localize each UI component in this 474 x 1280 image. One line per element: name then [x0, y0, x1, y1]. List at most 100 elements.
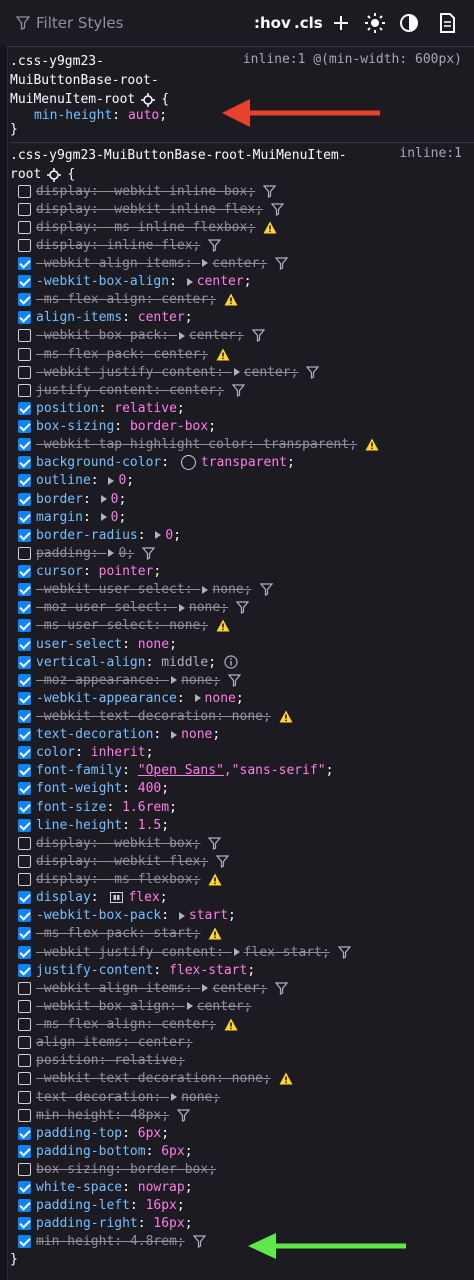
- declaration-background-color[interactable]: background-color: transparent;: [18, 454, 295, 472]
- property-name[interactable]: display: [36, 202, 91, 217]
- declaration-checkbox[interactable]: [18, 764, 31, 778]
- property-value[interactable]: 0: [118, 473, 126, 488]
- property-value[interactable]: nowrap: [138, 1180, 185, 1195]
- declaration-checkbox[interactable]: [18, 438, 31, 452]
- print-media-icon[interactable]: [436, 12, 458, 34]
- property-value[interactable]: 0: [118, 546, 126, 561]
- property-value[interactable]: pointer: [99, 564, 154, 579]
- declaration-checkbox[interactable]: [18, 546, 31, 560]
- declaration--webkit-justify-content[interactable]: -webkit-justify-content: center;: [18, 363, 320, 381]
- declaration-font-size[interactable]: font-size: 1.6rem;: [18, 798, 177, 816]
- declaration-checkbox[interactable]: [18, 1181, 31, 1195]
- property-value[interactable]: center: [212, 256, 259, 271]
- property-name[interactable]: line-height: [36, 818, 122, 833]
- property-value[interactable]: none: [181, 1090, 212, 1105]
- filter-property-icon[interactable]: [251, 329, 265, 343]
- declaration-padding-bottom[interactable]: padding-bottom: 6px;: [18, 1142, 193, 1160]
- highlight-element-icon[interactable]: [141, 92, 156, 107]
- declaration-position[interactable]: position: relative;: [18, 1052, 185, 1070]
- expand-shorthand-icon[interactable]: [108, 549, 115, 558]
- filter-property-icon[interactable]: [208, 239, 222, 252]
- expand-shorthand-icon[interactable]: [178, 911, 185, 920]
- property-name[interactable]: border: [36, 492, 83, 507]
- declaration-checkbox[interactable]: [18, 836, 31, 850]
- declaration-checkbox[interactable]: [18, 474, 31, 488]
- property-name[interactable]: margin: [36, 510, 83, 525]
- property-value[interactable]: 1.5: [138, 818, 161, 833]
- declaration-checkbox[interactable]: [18, 655, 31, 669]
- declaration-border-radius[interactable]: border-radius: 0;: [18, 526, 181, 544]
- property-name[interactable]: font-size: [36, 800, 106, 815]
- declaration-checkbox[interactable]: [18, 565, 31, 579]
- declaration--webkit-text-decoration[interactable]: -webkit-text-decoration: none;: [18, 1070, 293, 1088]
- declaration-white-space[interactable]: white-space: nowrap;: [18, 1179, 193, 1197]
- property-name[interactable]: color: [36, 745, 75, 760]
- declaration-line-height[interactable]: line-height: 1.5;: [18, 816, 169, 834]
- rule-selector-line[interactable]: MuiButtonBase-root-: [10, 71, 169, 90]
- color-swatch-icon[interactable]: [180, 455, 196, 471]
- property-value[interactable]: 4.8rem: [130, 1234, 177, 1249]
- declaration--moz-appearance[interactable]: -moz-appearance: none;: [18, 671, 242, 689]
- filter-styles-input[interactable]: Filter Styles: [16, 14, 123, 32]
- declaration-checkbox[interactable]: [18, 456, 31, 470]
- property-value[interactable]: flex: [128, 890, 159, 905]
- property-name[interactable]: padding: [36, 546, 91, 561]
- property-name[interactable]: -webkit-text-decoration: [36, 1071, 216, 1086]
- property-name[interactable]: -webkit-justify-content: [36, 945, 216, 960]
- declaration-font-weight[interactable]: font-weight: 400;: [18, 780, 169, 798]
- property-name[interactable]: text-decoration: [36, 1090, 153, 1105]
- declaration-border[interactable]: border: 0;: [18, 490, 126, 508]
- declaration--webkit-tap-highlight-color[interactable]: -webkit-tap-highlight-color: transparent…: [18, 436, 379, 454]
- declaration-checkbox[interactable]: [18, 220, 31, 234]
- property-value[interactable]: center: [153, 347, 200, 362]
- property-value[interactable]: none: [212, 582, 243, 597]
- property-value[interactable]: none: [169, 618, 200, 633]
- property-value[interactable]: center: [189, 328, 236, 343]
- property-name[interactable]: box-sizing: [36, 419, 114, 434]
- property-name[interactable]: -moz-user-select: [36, 600, 161, 615]
- filter-property-icon[interactable]: [275, 982, 289, 995]
- property-name[interactable]: -webkit-justify-content: [36, 365, 216, 380]
- expand-shorthand-icon[interactable]: [171, 676, 178, 685]
- declaration-min-height[interactable]: min-height: 4.8rem;: [18, 1233, 206, 1251]
- property-name[interactable]: display: [36, 184, 91, 199]
- property-name[interactable]: -webkit-align-items: [36, 981, 185, 996]
- property-name[interactable]: white-space: [36, 1180, 122, 1195]
- declaration-checkbox[interactable]: [18, 238, 31, 252]
- property-value[interactable]: -webkit-box: [106, 836, 192, 851]
- declaration-text-decoration[interactable]: text-decoration: none;: [18, 1088, 220, 1106]
- dark-theme-icon[interactable]: [398, 12, 420, 34]
- declaration-checkbox[interactable]: [18, 637, 31, 651]
- property-name[interactable]: -ms-flex-pack: [36, 347, 138, 362]
- declaration-checkbox[interactable]: [18, 1162, 31, 1176]
- property-value[interactable]: flex-start: [244, 945, 322, 960]
- expand-shorthand-icon[interactable]: [178, 331, 185, 340]
- property-value[interactable]: -webkit-inline-box: [106, 184, 247, 199]
- declaration--webkit-text-decoration[interactable]: -webkit-text-decoration: none;: [18, 707, 293, 725]
- declaration-checkbox[interactable]: [18, 891, 31, 905]
- property-value[interactable]: center: [197, 274, 244, 289]
- declaration-checkbox[interactable]: [18, 981, 31, 995]
- property-name[interactable]: -ms-user-select: [36, 618, 153, 633]
- declaration-checkbox[interactable]: [18, 492, 31, 506]
- property-value[interactable]: 48px: [130, 1108, 161, 1123]
- property-name[interactable]: background-color: [36, 455, 161, 470]
- property-value[interactable]: none: [138, 637, 169, 652]
- property-name[interactable]: -webkit-box-align: [36, 999, 169, 1014]
- property-name[interactable]: -ms-flex-align: [36, 292, 146, 307]
- property-value[interactable]: inherit: [91, 745, 146, 760]
- declaration--webkit-box-pack[interactable]: -webkit-box-pack: center;: [18, 327, 265, 345]
- property-name[interactable]: -ms-flex-align: [36, 1017, 146, 1032]
- declaration-checkbox[interactable]: [18, 945, 31, 959]
- declaration--webkit-user-select[interactable]: -webkit-user-select: none;: [18, 581, 273, 599]
- property-value[interactable]: none: [232, 709, 263, 724]
- declaration-display[interactable]: display: -ms-inline-flexbox;: [18, 218, 277, 236]
- property-name[interactable]: align-items: [36, 1035, 122, 1050]
- property-value[interactable]: center: [161, 1017, 208, 1032]
- property-name[interactable]: min-height: [36, 1108, 114, 1123]
- property-value[interactable]: none: [181, 727, 212, 742]
- declaration-checkbox[interactable]: [18, 347, 31, 361]
- property-value[interactable]: -webkit-flex: [106, 854, 200, 869]
- property-value[interactable]: inline-flex: [106, 238, 192, 253]
- property-name[interactable]: align-items: [36, 310, 122, 325]
